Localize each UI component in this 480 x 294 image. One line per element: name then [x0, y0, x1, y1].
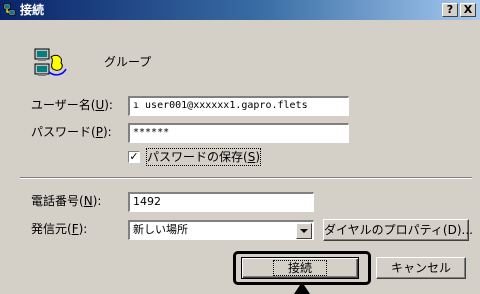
- separator: [20, 177, 472, 179]
- cancel-button[interactable]: キャンセル: [376, 257, 466, 279]
- save-password-checkbox[interactable]: ✓: [128, 151, 140, 163]
- close-button[interactable]: X: [460, 3, 476, 17]
- connect-button[interactable]: 接続: [241, 257, 359, 279]
- group-name: グループ: [104, 55, 152, 69]
- window-title: 接続: [20, 3, 45, 17]
- help-button[interactable]: ?: [442, 3, 458, 17]
- connect-button-label: 接続: [272, 260, 328, 276]
- chevron-down-icon[interactable]: [296, 223, 312, 239]
- title-bar: 接続 ? X: [0, 0, 480, 20]
- dial-properties-button[interactable]: ダイヤルのプロパティ(D)...: [323, 219, 473, 241]
- dial-from-select[interactable]: 新しい場所: [128, 220, 314, 240]
- password-label: パスワード(P):: [31, 125, 112, 139]
- password-field[interactable]: ******: [128, 123, 349, 143]
- dial-from-label: 発信元(F):: [31, 222, 88, 236]
- phone-number-field[interactable]: 1492: [128, 192, 314, 212]
- callout-arrow-icon: [294, 282, 310, 294]
- username-field[interactable]: ı user001@xxxxxx1.gapro.flets: [128, 96, 349, 116]
- dial-from-value: 新しい場所: [133, 223, 188, 236]
- network-connection-icon: [3, 3, 16, 16]
- save-password-label[interactable]: パスワードの保存(S): [145, 148, 262, 166]
- phone-label: 電話番号(N):: [31, 194, 102, 208]
- network-computers-icon: [34, 48, 67, 76]
- username-label: ユーザー名(U):: [31, 98, 113, 112]
